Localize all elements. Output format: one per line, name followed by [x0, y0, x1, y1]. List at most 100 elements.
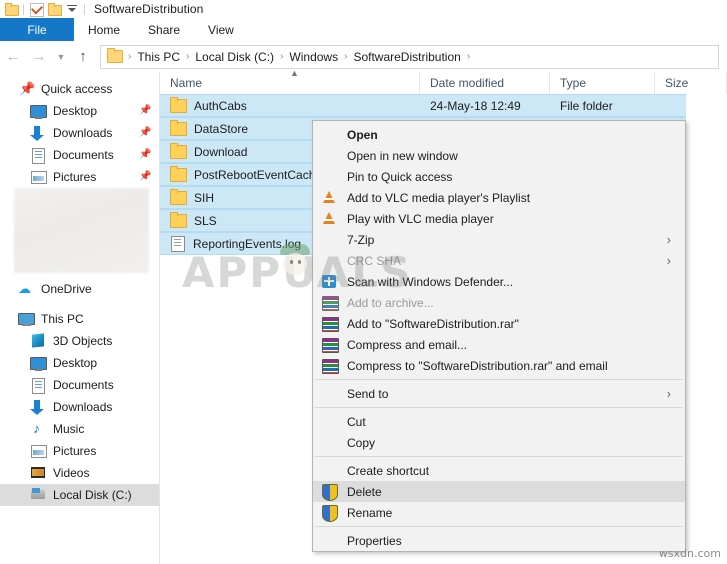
context-menu-item-delete[interactable]: Delete	[313, 481, 685, 502]
pin-icon: 📌	[139, 105, 152, 116]
properties-checkbox-icon[interactable]	[27, 1, 45, 17]
column-header-type[interactable]: Type	[550, 72, 655, 94]
breadcrumb-separator: ›	[466, 51, 471, 62]
ribbon-tab-bar: File Home Share View	[0, 18, 727, 42]
table-row[interactable]: AuthCabs 24-May-18 12:49 File folder	[160, 94, 727, 117]
column-header-name[interactable]: ▲ Name	[160, 68, 420, 94]
folder-icon	[170, 96, 187, 113]
context-menu-item-copy[interactable]: Copy	[313, 432, 685, 453]
context-menu-item-label: Delete	[347, 484, 382, 499]
sidebar-item-documents-pc[interactable]: Documents	[0, 374, 159, 396]
tab-share[interactable]: Share	[134, 18, 194, 41]
sidebar-item-videos[interactable]: Videos	[0, 462, 159, 484]
context-menu-item-label: Add to archive...	[347, 295, 434, 310]
sidebar-item-onedrive[interactable]: ☁ OneDrive	[0, 278, 159, 300]
context-menu-item-label: CRC SHA	[347, 253, 402, 268]
context-menu-item-compress-to-rar-and-email[interactable]: Compress to "SoftwareDistribution.rar" a…	[313, 355, 685, 376]
column-header-size[interactable]: Size	[655, 72, 727, 94]
no-icon	[313, 166, 347, 187]
file-name-label: PostRebootEventCache	[194, 167, 323, 182]
sidebar-item-quick-access[interactable]: 📌 Quick access	[0, 78, 159, 100]
sidebar-item-local-disk-c[interactable]: Local Disk (C:)	[0, 484, 159, 506]
breadcrumb-local-disk[interactable]: Local Disk (C:)	[190, 50, 279, 64]
file-name-label: ReportingEvents.log	[193, 236, 302, 251]
context-menu-item-open-in-new-window[interactable]: Open in new window	[313, 145, 685, 166]
sidebar-item-downloads-pc[interactable]: Downloads	[0, 396, 159, 418]
chevron-right-icon: ›	[666, 386, 671, 401]
tab-file[interactable]: File	[0, 18, 74, 41]
sidebar-item-label: Desktop	[53, 104, 98, 118]
tab-home[interactable]: Home	[74, 18, 134, 41]
sidebar-item-pictures-pc[interactable]: Pictures	[0, 440, 159, 462]
context-menu-item-add-to-rar[interactable]: Add to "SoftwareDistribution.rar"	[313, 313, 685, 334]
download-icon	[30, 399, 46, 415]
file-name-label: DataStore	[194, 121, 249, 136]
context-menu-item-label: Cut	[347, 414, 366, 429]
context-menu-item-add-to-vlc-playlist[interactable]: Add to VLC media player's Playlist	[313, 187, 685, 208]
sidebar-item-this-pc[interactable]: This PC	[0, 308, 159, 330]
no-icon	[313, 530, 347, 551]
chevron-right-icon: ›	[666, 232, 671, 247]
sidebar-item-desktop[interactable]: Desktop 📌	[0, 100, 159, 122]
sidebar-item-desktop-pc[interactable]: Desktop	[0, 352, 159, 374]
sidebar-item-downloads[interactable]: Downloads 📌	[0, 122, 159, 144]
navigation-bar: ← → ▼ ↑ › This PC › Local Disk (C:) › Wi…	[0, 41, 727, 72]
column-header-date-modified[interactable]: Date modified	[420, 72, 550, 94]
sidebar-item-documents[interactable]: Documents 📌	[0, 144, 159, 166]
context-menu-item-compress-and-email[interactable]: Compress and email...	[313, 334, 685, 355]
sidebar-item-pictures[interactable]: Pictures 📌	[0, 166, 159, 188]
context-menu-separator	[315, 526, 683, 527]
customize-caret-icon[interactable]	[63, 1, 81, 17]
quick-access-toolbar[interactable]	[0, 1, 88, 17]
context-menu-item-properties[interactable]: Properties	[313, 530, 685, 551]
back-icon[interactable]: ←	[0, 44, 26, 70]
context-menu-item-send-to[interactable]: Send to ›	[313, 383, 685, 404]
context-menu-item-label: Pin to Quick access	[347, 169, 453, 184]
breadcrumb-softwaredistribution[interactable]: SoftwareDistribution	[348, 50, 465, 64]
sidebar-item-music[interactable]: ♪ Music	[0, 418, 159, 440]
sort-ascending-icon: ▲	[290, 68, 299, 78]
context-menu-item-label: Play with VLC media player	[347, 211, 494, 226]
sidebar-item-label: OneDrive	[41, 282, 92, 296]
context-menu-item-pin-to-quick-access[interactable]: Pin to Quick access	[313, 166, 685, 187]
pin-icon: 📌	[139, 127, 152, 138]
sidebar-item-label: Documents	[53, 378, 114, 392]
context-menu-item-label: Compress and email...	[347, 337, 468, 352]
address-folder-icon	[107, 48, 123, 63]
folder-icon	[170, 142, 187, 159]
context-menu-item-scan-with-windows-defender[interactable]: Scan with Windows Defender...	[313, 271, 685, 292]
sidebar-item-label: This PC	[41, 312, 84, 326]
address-bar[interactable]: › This PC › Local Disk (C:) › Windows › …	[100, 44, 719, 69]
folder-icon	[170, 119, 187, 136]
no-icon	[313, 124, 347, 145]
file-name-label: Download	[194, 144, 248, 159]
recent-locations-chevron-down-icon[interactable]: ▼	[52, 44, 70, 70]
column-header-label: Size	[665, 76, 689, 90]
documents-icon	[30, 147, 46, 164]
sidebar-item-label: Pictures	[53, 444, 97, 458]
up-icon[interactable]: ↑	[70, 44, 96, 70]
file-name-label: SIH	[194, 190, 215, 205]
context-menu-item-create-shortcut[interactable]: Create shortcut	[313, 460, 685, 481]
context-menu-item-open[interactable]: Open	[313, 124, 685, 145]
breadcrumb-this-pc[interactable]: This PC	[132, 50, 185, 64]
context-menu-item-crc-sha[interactable]: CRC SHA ›	[313, 250, 685, 271]
context-menu-item-add-to-archive[interactable]: Add to archive...	[313, 292, 685, 313]
folder-icon[interactable]	[2, 1, 20, 17]
new-folder-icon[interactable]	[45, 1, 63, 17]
context-menu-item-label: Create shortcut	[347, 463, 430, 478]
context-menu-item-play-with-vlc[interactable]: Play with VLC media player	[313, 208, 685, 229]
tab-view[interactable]: View	[194, 18, 248, 41]
uac-shield-icon	[313, 502, 347, 523]
desktop-icon	[30, 103, 47, 119]
sidebar-item-3d-objects[interactable]: 3D Objects	[0, 330, 159, 352]
context-menu-item-7zip[interactable]: 7-Zip ›	[313, 229, 685, 250]
forward-icon[interactable]: →	[26, 44, 52, 70]
onedrive-icon: ☁	[18, 281, 31, 296]
breadcrumb-windows[interactable]: Windows	[284, 50, 343, 64]
context-menu-item-rename[interactable]: Rename	[313, 502, 685, 523]
window-title: SoftwareDistribution	[94, 2, 204, 16]
no-icon	[313, 460, 347, 481]
context-menu-item-cut[interactable]: Cut	[313, 411, 685, 432]
file-explorer-window: SoftwareDistribution File Home Share Vie…	[0, 0, 727, 564]
